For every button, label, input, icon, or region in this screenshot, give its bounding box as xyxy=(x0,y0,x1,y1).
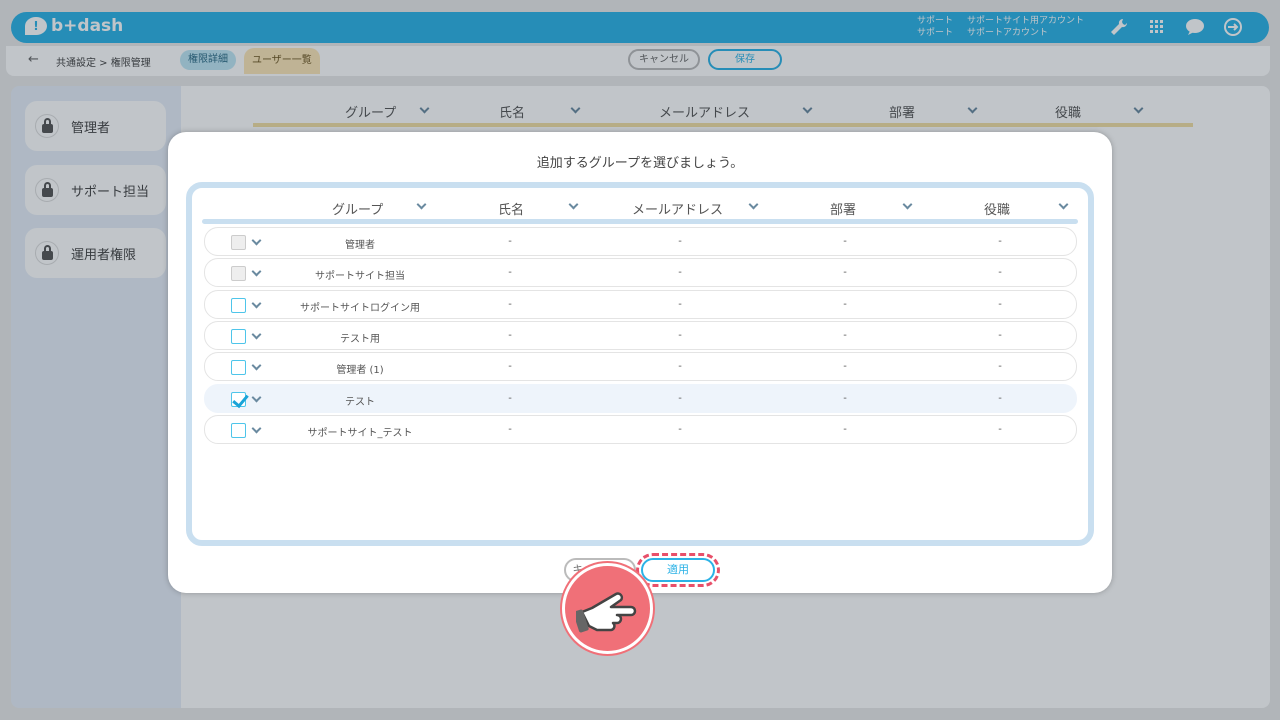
chevron-down-icon xyxy=(902,199,913,210)
row-checkbox xyxy=(231,235,246,250)
cell-group: サポートサイト_テスト xyxy=(307,428,413,439)
cell-email: - xyxy=(678,424,682,435)
chevron-down-icon[interactable] xyxy=(251,329,262,340)
cell-email: - xyxy=(678,361,682,372)
column-header-dept[interactable]: 部署 xyxy=(830,199,913,218)
cell-dept: - xyxy=(843,299,847,310)
cell-name: - xyxy=(508,424,512,435)
cell-group: サポートサイト担当 xyxy=(315,271,405,282)
chevron-down-icon[interactable] xyxy=(251,392,262,403)
cell-name: - xyxy=(508,267,512,278)
cell-group: サポートサイトログイン用 xyxy=(300,303,420,314)
apply-button[interactable]: 適用 xyxy=(636,553,720,587)
table-row[interactable]: サポートサイト_テスト - - - - xyxy=(204,415,1077,444)
row-checkbox[interactable] xyxy=(231,298,246,313)
cell-role: - xyxy=(998,361,1002,372)
row-checkbox xyxy=(231,266,246,281)
cell-dept: - xyxy=(843,330,847,341)
cell-dept: - xyxy=(843,236,847,247)
row-checkbox[interactable] xyxy=(231,423,246,438)
table-row[interactable]: 管理者 - - - - xyxy=(204,227,1077,256)
column-header-role[interactable]: 役職 xyxy=(984,199,1069,218)
cell-role: - xyxy=(998,236,1002,247)
chevron-down-icon xyxy=(1058,199,1069,210)
group-table: グループ 氏名 メールアドレス 部署 役職 管理者 - - - - サポートサイト担当 - -… xyxy=(186,182,1094,546)
cell-dept: - xyxy=(843,361,847,372)
table-row[interactable]: サポートサイト担当 - - - - xyxy=(204,258,1077,287)
row-checkbox[interactable] xyxy=(231,360,246,375)
chevron-down-icon xyxy=(568,199,579,210)
cell-group: テスト用 xyxy=(340,334,380,345)
column-header-email[interactable]: メールアドレス xyxy=(632,199,759,218)
cell-role: - xyxy=(998,330,1002,341)
cell-dept: - xyxy=(843,393,847,404)
chevron-down-icon[interactable] xyxy=(251,266,262,277)
chevron-down-icon[interactable] xyxy=(251,235,262,246)
chevron-down-icon[interactable] xyxy=(251,298,262,309)
cell-name: - xyxy=(508,330,512,341)
cell-email: - xyxy=(678,267,682,278)
hand-pointer-icon xyxy=(562,563,653,654)
cell-email: - xyxy=(678,393,682,404)
modal-title: 追加するグループを選びましょう。 xyxy=(536,156,744,171)
cell-email: - xyxy=(678,299,682,310)
cell-name: - xyxy=(508,299,512,310)
cell-email: - xyxy=(678,236,682,247)
row-checkbox[interactable] xyxy=(231,329,246,344)
chevron-down-icon xyxy=(748,199,759,210)
table-row[interactable]: サポートサイトログイン用 - - - - xyxy=(204,290,1077,319)
table-row[interactable]: 管理者 (1) - - - - xyxy=(204,352,1077,381)
table-row[interactable]: テスト - - - - xyxy=(204,384,1077,413)
cell-name: - xyxy=(508,236,512,247)
chevron-down-icon[interactable] xyxy=(251,423,262,434)
cell-dept: - xyxy=(843,424,847,435)
column-header-name[interactable]: 氏名 xyxy=(498,199,579,218)
cell-email: - xyxy=(678,330,682,341)
table-row[interactable]: テスト用 - - - - xyxy=(204,321,1077,350)
cell-role: - xyxy=(998,424,1002,435)
group-select-modal: 追加するグループを選びましょう。 グループ 氏名 メールアドレス 部署 役職 管… xyxy=(168,132,1112,593)
cell-role: - xyxy=(998,267,1002,278)
cell-group: テスト xyxy=(345,397,375,408)
chevron-down-icon[interactable] xyxy=(251,360,262,371)
cell-name: - xyxy=(508,393,512,404)
row-checkbox[interactable] xyxy=(231,392,246,407)
cell-group: 管理者 (1) xyxy=(336,365,384,376)
header-divider xyxy=(202,219,1078,224)
cell-role: - xyxy=(998,393,1002,404)
cell-name: - xyxy=(508,361,512,372)
cell-dept: - xyxy=(843,267,847,278)
cell-group: 管理者 xyxy=(345,240,375,251)
column-header-group[interactable]: グループ xyxy=(332,199,427,218)
chevron-down-icon xyxy=(416,199,427,210)
cell-role: - xyxy=(998,299,1002,310)
